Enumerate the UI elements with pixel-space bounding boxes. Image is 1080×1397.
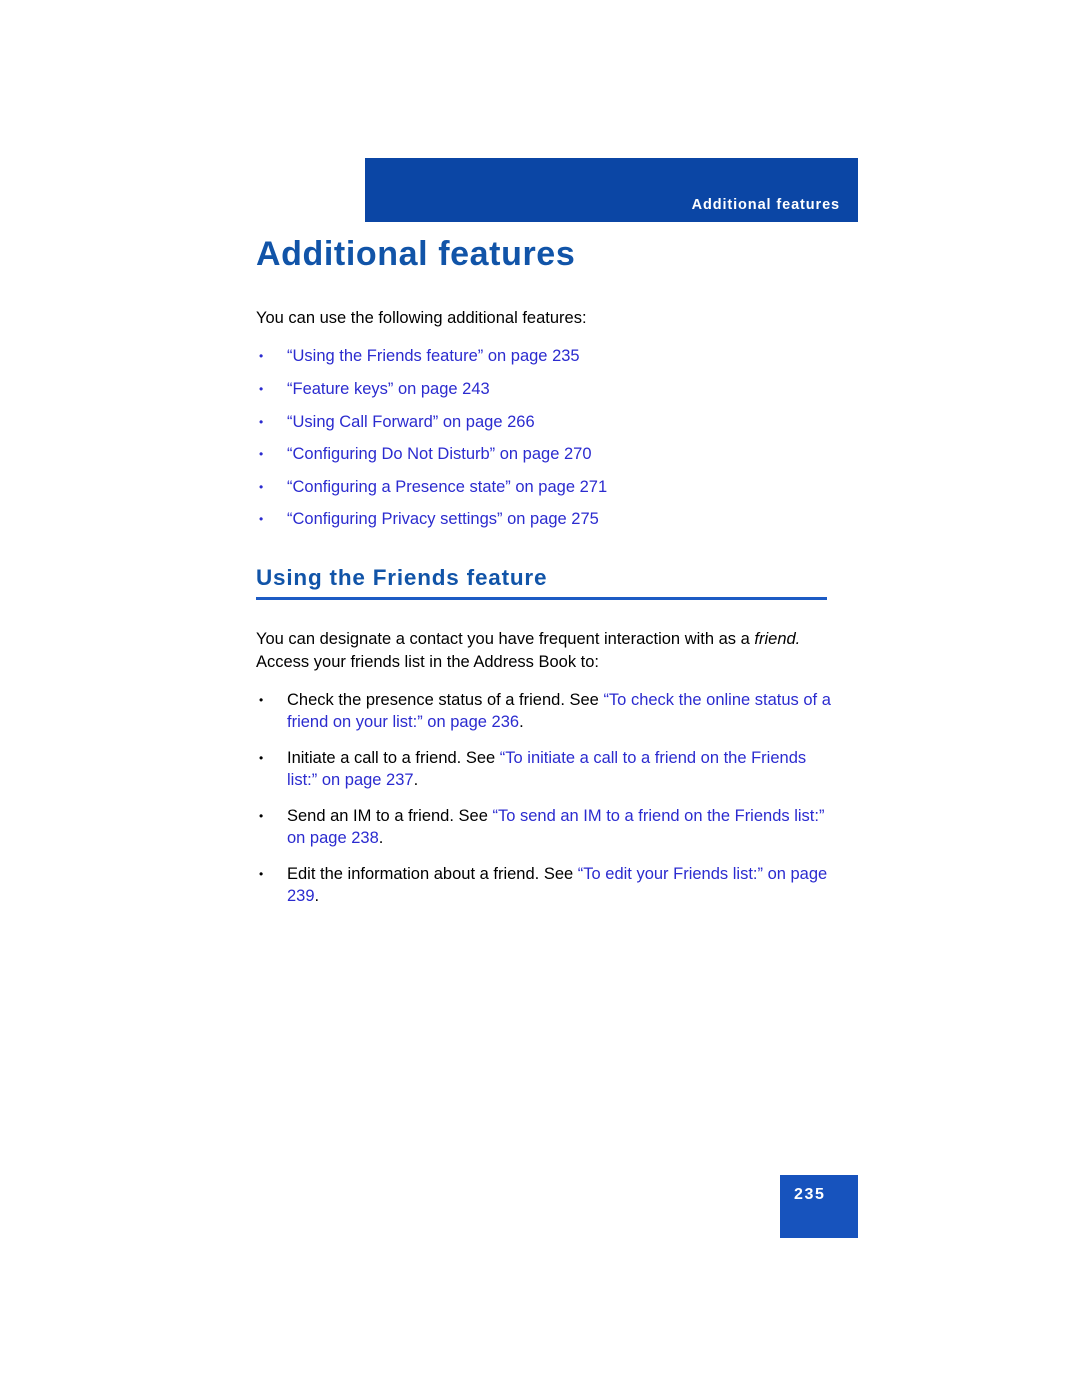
task-text-tail: .	[314, 887, 320, 906]
cross-reference-link[interactable]: “Using the Friends feature” on page 235	[287, 347, 580, 365]
section-heading: Using the Friends feature	[256, 565, 548, 591]
task-text-tail: .	[378, 829, 384, 848]
task-text: Check the presence status of a friend. S…	[287, 690, 604, 709]
list-item[interactable]: “Configuring Do Not Disturb” on page 270	[256, 443, 836, 465]
cross-reference-link[interactable]: “Using Call Forward” on page 266	[287, 413, 535, 431]
section-divider-rule	[256, 597, 827, 601]
running-header-band: Additional features	[365, 158, 858, 222]
intro-paragraph: You can use the following additional fea…	[256, 309, 587, 328]
list-item[interactable]: “Using Call Forward” on page 266	[256, 411, 836, 433]
paragraph-text-lead: You can designate a contact you have fre…	[256, 630, 755, 649]
section-header-group: Using the Friends feature	[256, 564, 836, 601]
list-item[interactable]: “Using the Friends feature” on page 235	[256, 345, 836, 367]
paragraph-text-tail: Access your friends list in the Address …	[256, 652, 599, 671]
page-number: 235	[794, 1186, 826, 1203]
task-text: Edit the information about a friend. See	[287, 865, 578, 884]
list-item[interactable]: Check the presence status of a friend. S…	[256, 689, 836, 733]
list-item[interactable]: “Configuring a Presence state” on page 2…	[256, 476, 836, 498]
task-text: Send an IM to a friend. See	[287, 807, 493, 826]
page-title: Additional features	[256, 235, 576, 273]
list-item[interactable]: “Feature keys” on page 243	[256, 378, 836, 400]
list-item[interactable]: Send an IM to a friend. See “To send an …	[256, 805, 836, 849]
cross-reference-link[interactable]: “Configuring Privacy settings” on page 2…	[287, 510, 599, 528]
task-text-tail: .	[519, 712, 524, 731]
task-text-tail: .	[413, 771, 419, 790]
section-paragraph: You can designate a contact you have fre…	[256, 628, 836, 672]
italic-term: friend.	[754, 630, 801, 649]
cross-reference-link[interactable]: “Feature keys” on page 243	[287, 380, 490, 398]
task-text: Initiate a call to a friend. See	[287, 748, 500, 767]
cross-reference-link[interactable]: “Configuring Do Not Disturb” on page 270	[287, 445, 592, 463]
page-content: Additional features You can use the foll…	[256, 235, 836, 922]
list-item[interactable]: Edit the information about a friend. See…	[256, 863, 836, 907]
feature-link-list: “Using the Friends feature” on page 235 …	[256, 345, 836, 530]
list-item[interactable]: “Configuring Privacy settings” on page 2…	[256, 508, 836, 530]
running-header-label: Additional features	[691, 197, 840, 213]
task-list: Check the presence status of a friend. S…	[256, 689, 836, 908]
cross-reference-link[interactable]: “Configuring a Presence state” on page 2…	[287, 478, 607, 496]
list-item[interactable]: Initiate a call to a friend. See “To ini…	[256, 747, 836, 791]
page-number-box: 235	[780, 1175, 858, 1238]
